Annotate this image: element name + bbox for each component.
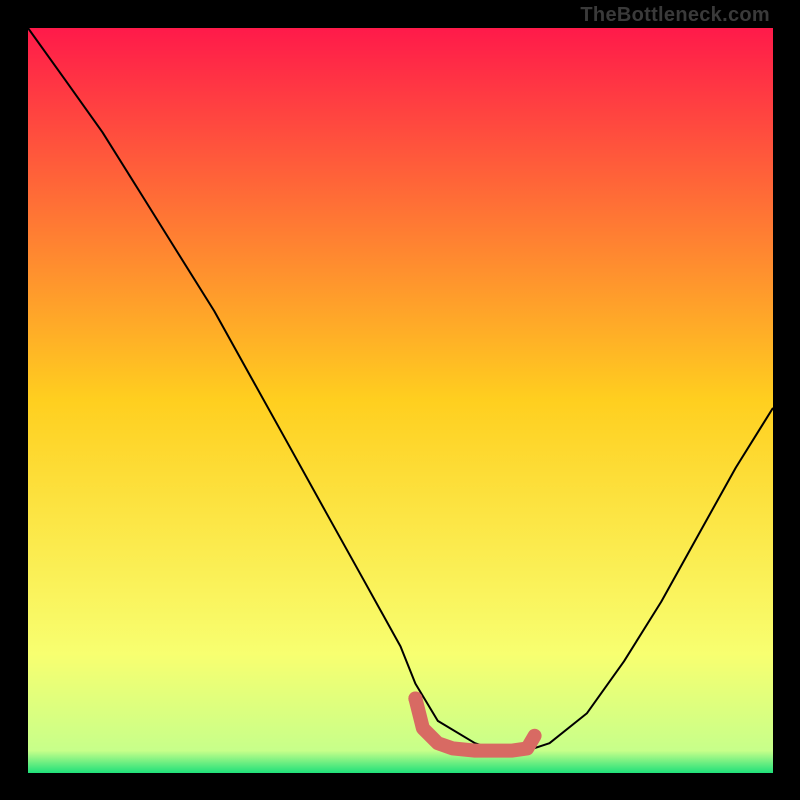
chart-svg: [28, 28, 773, 773]
watermark-text: TheBottleneck.com: [580, 4, 770, 27]
plot-area: [28, 28, 773, 773]
chart-frame: TheBottleneck.com: [0, 0, 800, 800]
